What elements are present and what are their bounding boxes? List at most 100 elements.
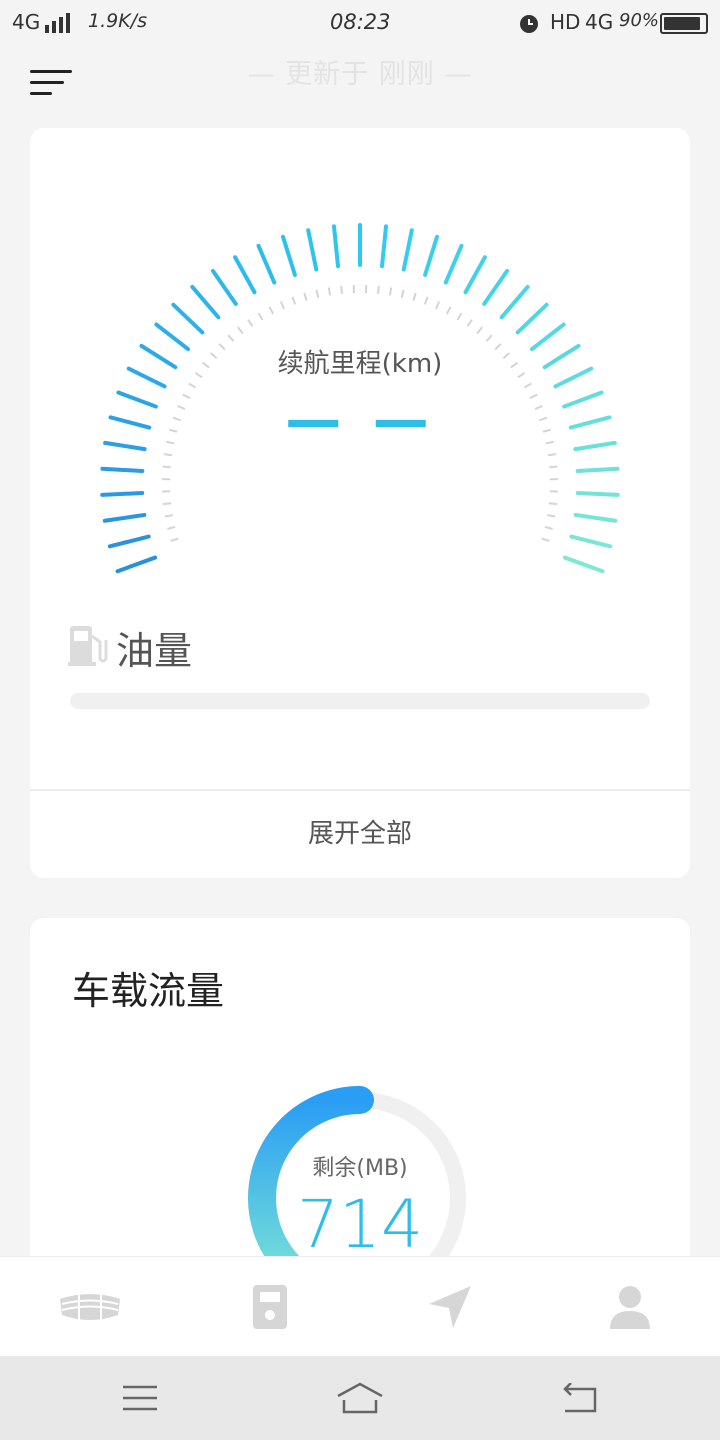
status-bar: 4G 1.9K/s 08:23 HD 4G 90% [0,0,720,46]
gauge-tick [171,302,205,335]
gauge-tick [115,555,158,574]
data-usage-title: 车载流量 [72,969,225,1013]
gauge-minor-tick [548,502,557,506]
gauge-minor-tick [164,514,173,518]
range-value: — — [285,388,435,453]
gauge-minor-tick [268,306,275,315]
gauge-minor-tick [445,306,452,315]
gauge-minor-tick [279,301,285,310]
gauge-minor-tick [523,382,532,389]
range-card: 续航里程(km) — — 油量 展开全部 [30,128,690,878]
gauge-minor-tick [340,285,343,294]
gauge-tick [463,255,487,295]
gauge-tick [306,228,319,272]
bottom-tab-bar [0,1256,720,1356]
menu-lines-icon [123,1385,157,1411]
gauge-tick [401,228,414,272]
gauge-minor-tick [162,465,171,469]
tab-vehicle[interactable] [0,1257,180,1357]
fuel-station-icon [253,1285,287,1329]
gauge-tick [443,243,464,285]
gauge-tick [100,466,145,473]
fuel-progress-bar [70,693,650,709]
gauge-tick [102,512,147,523]
fuel-pump-icon [68,626,108,666]
remaining-value: 714 [297,1186,423,1263]
gauge-minor-tick [257,312,264,321]
gauge-minor-tick [377,285,380,294]
gauge-tick [107,534,151,549]
network-speed: 1.9K/s [88,10,147,32]
car-grille-icon [60,1294,120,1321]
gauge-tick [575,491,620,497]
gauge-minor-tick [547,453,557,457]
gauge-minor-tick [327,287,332,296]
tab-fuel[interactable] [180,1257,360,1357]
gauge-minor-tick [435,301,441,310]
alarm-icon [520,15,538,33]
gauge-tick [569,534,613,549]
gauge-minor-tick [247,319,254,327]
gauge-minor-tick [237,326,244,335]
gauge-tick [256,243,277,285]
gauge-minor-tick [227,334,235,342]
gauge-minor-tick [163,502,172,506]
gauge-tick [562,555,605,574]
gauge-minor-tick [541,537,550,542]
gauge-tick [280,234,297,277]
header: — 更新于 刚刚 — [0,46,720,126]
gauge-tick [190,284,221,320]
update-status: — 更新于 刚刚 — [247,59,473,90]
gauge-tick [482,268,510,306]
gauge-tick [499,284,530,320]
gauge-minor-tick [303,292,308,301]
system-navigation-bar [0,1356,720,1440]
gauge-minor-tick [400,289,405,298]
gauge-tick [573,512,618,523]
gauge-tick [210,268,238,306]
fuel-title: 油量 [116,629,193,673]
range-label: 续航里程(km) [277,349,443,379]
gauge-minor-tick [170,537,179,542]
gauge-minor-tick [315,289,320,298]
gauge-minor-tick [291,296,297,305]
gauge-tick [233,255,257,295]
gauge-minor-tick [456,312,463,321]
remaining-label: 剩余(MB) [312,1156,408,1181]
system-home-button[interactable] [300,1356,420,1440]
gauge-minor-tick [388,287,393,296]
navigation-arrow-icon [429,1286,471,1328]
gauge-minor-tick [544,525,553,530]
profile-icon [610,1286,650,1329]
hd-indicator: HD [550,10,581,34]
network-type: 4G [12,10,41,34]
gauge-tick [331,224,341,269]
app-screen: 4G 1.9K/s 08:23 HD 4G 90% — 更新于 刚刚 — 续航里… [0,0,720,1440]
gauge-tick [423,234,440,277]
gauge-tick [575,466,620,473]
battery-percent: 90% [619,10,660,31]
system-back-button[interactable] [520,1356,640,1440]
gauge-minor-tick [167,525,176,530]
expand-all-button[interactable]: 展开全部 [30,791,690,878]
gauge-minor-tick [163,453,173,457]
gauge-minor-tick [476,326,483,335]
gauge-tick [379,224,389,269]
battery-icon [660,13,708,34]
gauge-minor-tick [547,514,556,518]
back-icon [563,1383,597,1413]
gauge-minor-tick [423,296,429,305]
network-type-2: 4G [585,10,614,34]
clock-time: 08:23 [330,10,391,34]
gauge-minor-tick [188,382,197,389]
gauge-minor-tick [412,292,417,301]
tab-profile[interactable] [540,1257,720,1357]
gauge-minor-tick [466,319,473,327]
gauge-minor-tick [549,465,558,469]
signal-icon [45,13,75,33]
system-menu-button[interactable] [80,1356,200,1440]
home-icon [337,1382,383,1414]
gauge-tick [515,302,549,335]
gauge-tick [100,491,145,497]
tab-navigation[interactable] [360,1257,540,1357]
